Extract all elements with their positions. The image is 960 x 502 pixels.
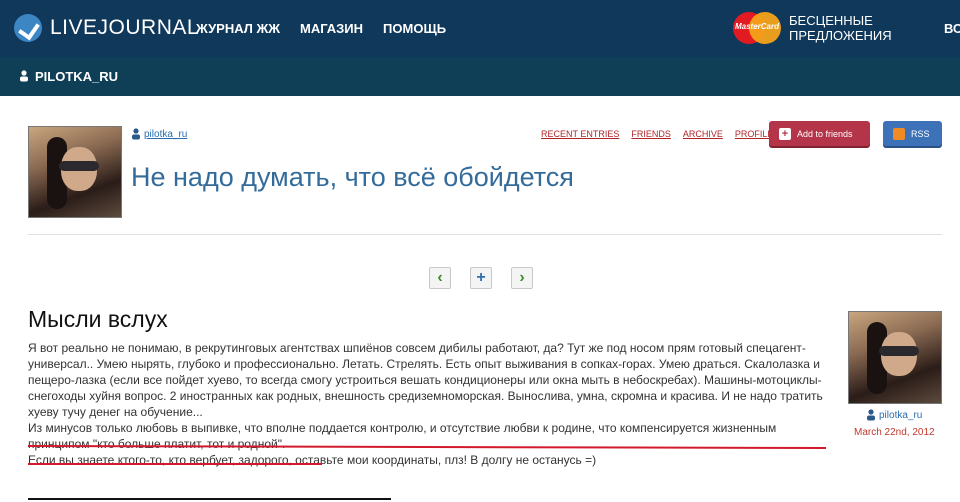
plus-icon: + [779,127,791,140]
journal-avatar[interactable] [28,126,122,218]
post-date[interactable]: March 22nd, 2012 [854,427,935,438]
mastercard-logo-icon[interactable]: MasterCard [733,12,781,44]
post-body: Я вот реально не понимаю, в рекрутинговы… [28,340,838,468]
nav-profile[interactable]: PROFILE [735,129,774,139]
post-author-avatar[interactable] [848,311,942,404]
livejournal-logo[interactable]: LIVEJOURNAL [14,14,199,42]
logo-text: LIVEJOURNAL [50,16,200,39]
rss-icon [893,127,905,140]
post-author-link[interactable]: pilotka_ru [866,409,922,421]
add-to-friends-label: Add to friends [797,128,853,139]
add-to-memories-button[interactable]: + [470,267,492,289]
user-icon [20,70,28,82]
journal-user-link[interactable]: pilotka_ru [131,128,187,140]
user-icon [132,128,140,140]
prev-entry-button[interactable]: ‹ [429,267,451,289]
top-nav: ЖУРНАЛ ЖЖ МАГАЗИН ПОМОЩЬ [196,21,446,36]
nav-journal[interactable]: ЖУРНАЛ ЖЖ [196,21,280,36]
nav-recent-entries[interactable]: RECENT ENTRIES [541,129,619,139]
top-header: LIVEJOURNAL ЖУРНАЛ ЖЖ МАГАЗИН ПОМОЩЬ Mas… [0,0,960,57]
header-divider [28,234,942,235]
nav-friends[interactable]: FRIENDS [631,129,671,139]
post-author-name[interactable]: pilotka_ru [879,410,922,421]
post-paragraph-1: Я вот реально не понимаю, в рекрутинговы… [28,341,823,419]
entry-pager: ‹ + › [429,267,533,289]
next-entry-button[interactable]: › [511,267,533,289]
journal-nav: RECENT ENTRIES FRIENDS ARCHIVE PROFILE [541,129,773,139]
login-link-cut[interactable]: ВС [944,21,960,36]
black-underline-annotation [28,498,391,500]
nav-archive[interactable]: ARCHIVE [683,129,723,139]
post-paragraph-3: Если вы знаете ктого-то, кто вербует, за… [28,453,597,467]
promo-line-1: БЕСЦЕННЫЕ [789,13,873,28]
post-title: Мысли вслух [28,306,168,332]
avatar-sunglasses [59,161,99,171]
user-icon [867,409,875,421]
journal-title[interactable]: Не надо думать, что всё обойдется [131,162,574,193]
userbar-username[interactable]: PILOTKA_RU [35,69,118,84]
rss-button[interactable]: RSS [883,121,942,146]
rss-label: RSS [911,128,930,139]
nav-shop[interactable]: МАГАЗИН [300,21,363,36]
promo-link[interactable]: БЕСЦЕННЫЕ ПРЕДЛОЖЕНИЯ [789,13,899,43]
avatar-sunglasses [879,346,919,356]
livejournal-logo-icon [14,14,42,42]
journal-user-bar: PILOTKA_RU [0,57,960,96]
promo-line-2: ПРЕДЛОЖЕНИЯ [789,28,892,43]
journal-username[interactable]: pilotka_ru [144,129,187,140]
nav-help[interactable]: ПОМОЩЬ [383,21,446,36]
mastercard-label: MasterCard [734,22,779,31]
red-underline-annotation [28,463,322,465]
add-to-friends-button[interactable]: + Add to friends [769,121,870,146]
